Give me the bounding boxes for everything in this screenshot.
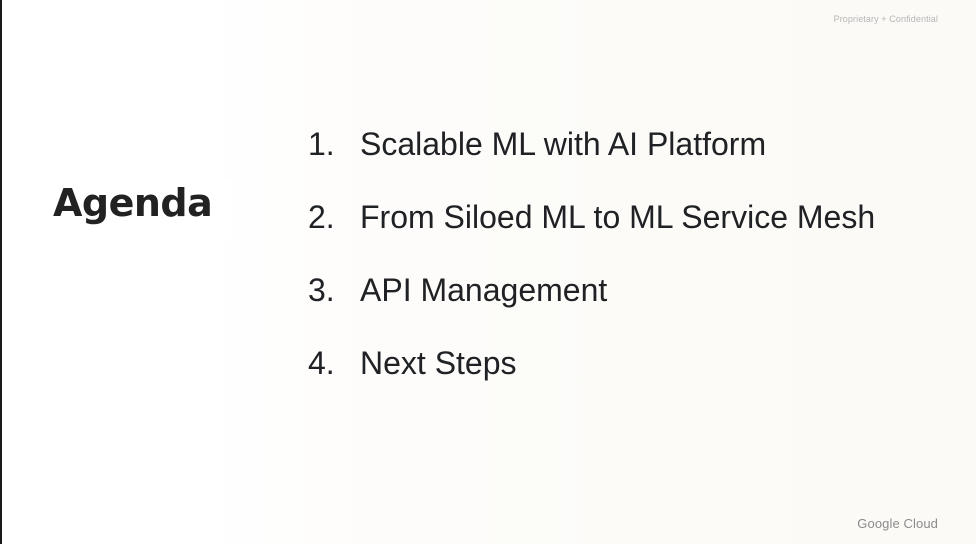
agenda-item-label: From Siloed ML to ML Service Mesh — [360, 199, 876, 235]
agenda-item-number: 1. — [308, 126, 335, 162]
agenda-item-label: Next Steps — [360, 345, 517, 381]
agenda-item: 3. API Management — [308, 272, 875, 345]
slide: Proprietary + Confidential Agenda 1. Sca… — [0, 0, 976, 544]
slide-title: Agenda — [53, 181, 213, 225]
google-cloud-logo: Google Cloud — [857, 516, 938, 531]
agenda-list: 1. Scalable ML with AI Platform 2. From … — [308, 126, 875, 418]
confidentiality-notice: Proprietary + Confidential — [833, 14, 938, 24]
agenda-item: 1. Scalable ML with AI Platform — [308, 126, 875, 199]
agenda-item: 4. Next Steps — [308, 345, 875, 418]
agenda-item-number: 3. — [308, 272, 335, 308]
agenda-item-label: API Management — [360, 272, 608, 308]
agenda-item-number: 4. — [308, 345, 335, 381]
agenda-item: 2. From Siloed ML to ML Service Mesh — [308, 199, 875, 272]
agenda-item-number: 2. — [308, 199, 335, 235]
agenda-item-label: Scalable ML with AI Platform — [360, 126, 767, 162]
